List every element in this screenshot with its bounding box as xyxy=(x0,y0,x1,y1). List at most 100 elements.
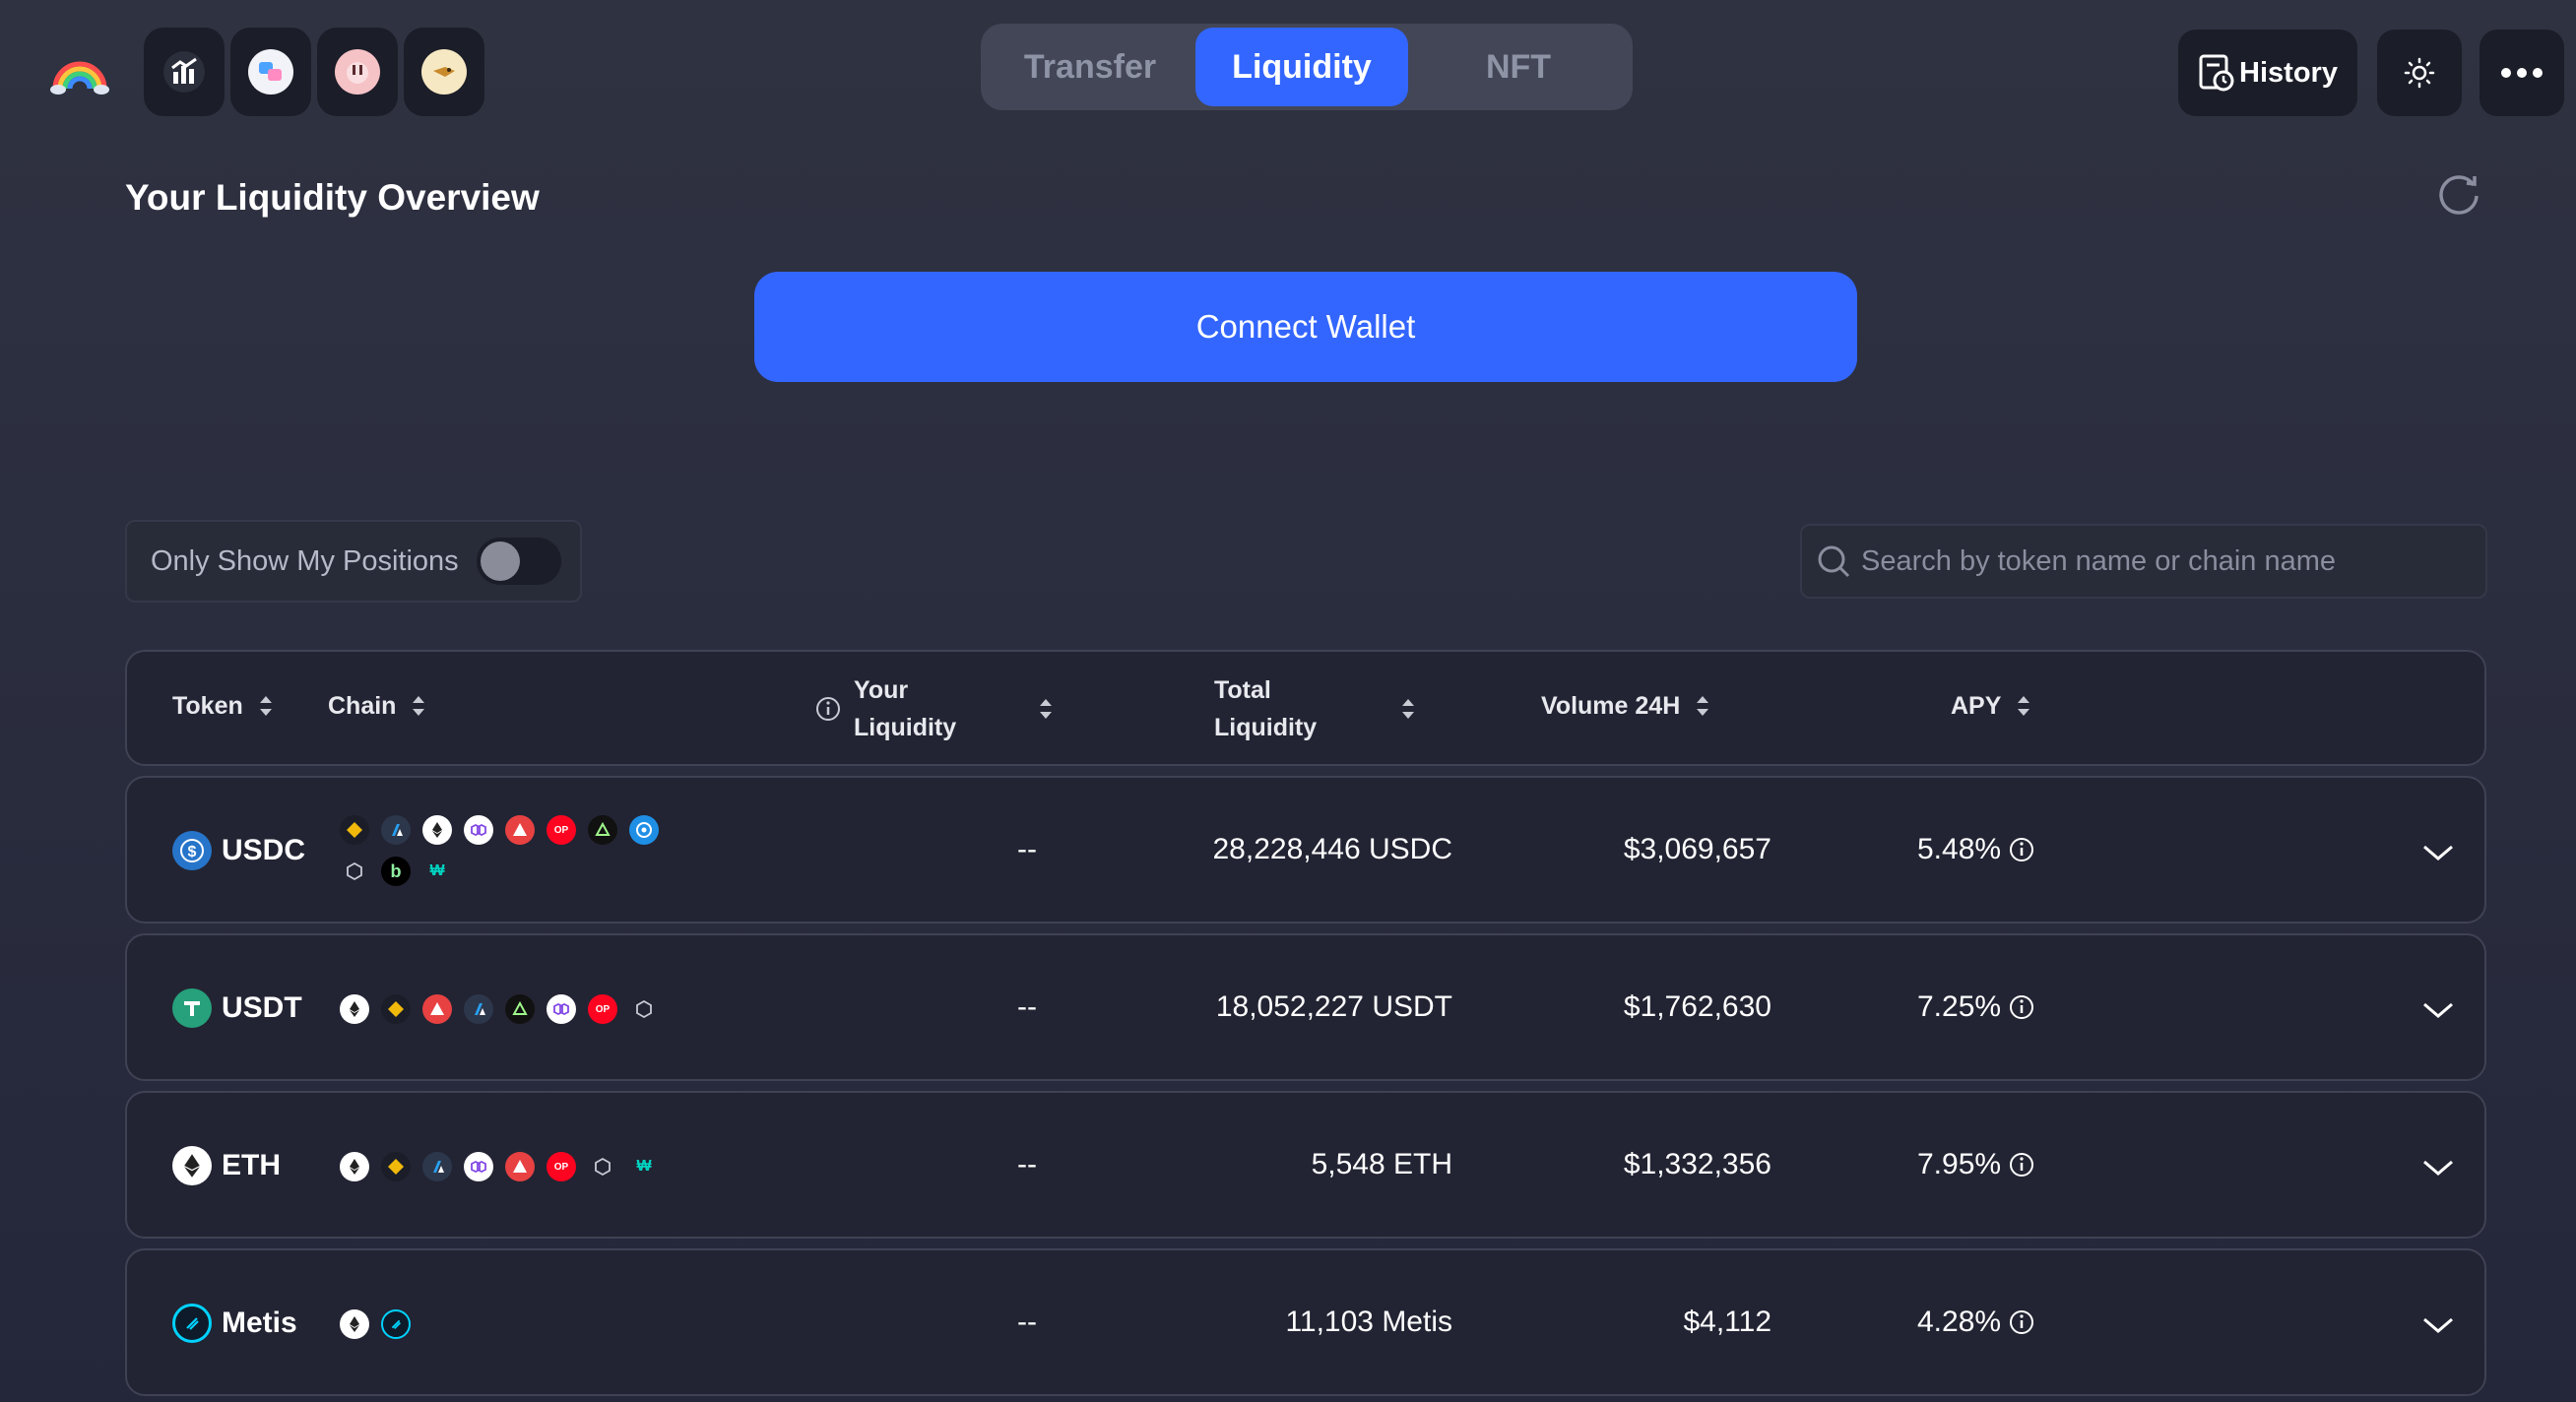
table-row[interactable]: Metis -- 11,103 Metis $4,112 4.28% xyxy=(125,1248,2486,1396)
info-icon[interactable] xyxy=(814,695,842,723)
cube-chain-icon xyxy=(629,994,659,1024)
tab-transfer[interactable]: Transfer xyxy=(985,28,1195,106)
volume-24h: $4,112 xyxy=(1683,1306,1771,1338)
page-title: Your Liquidity Overview xyxy=(125,177,540,218)
more-icon xyxy=(2501,68,2543,78)
column-your-liquidity[interactable]: Your Liquidity xyxy=(854,671,956,746)
theme-toggle-button[interactable] xyxy=(2377,30,2462,116)
sun-icon xyxy=(2404,57,2435,89)
chart-icon xyxy=(163,51,205,93)
volume-24h: $3,069,657 xyxy=(1623,833,1771,865)
tab-liquidity[interactable]: Liquidity xyxy=(1195,28,1408,106)
pig-app-icon xyxy=(335,49,380,95)
column-token[interactable]: Token xyxy=(172,691,275,721)
token-cell: Metis xyxy=(172,1304,297,1343)
sphere-chain-icon xyxy=(629,815,659,845)
ethereum-icon xyxy=(340,994,369,1024)
token-cell: $ USDC xyxy=(172,831,305,870)
sort-icon xyxy=(413,696,425,716)
column-apy[interactable]: APY xyxy=(1951,691,2032,721)
pig-app-button[interactable] xyxy=(317,28,398,116)
more-menu-button[interactable] xyxy=(2479,30,2564,116)
cube-chain-icon xyxy=(588,1152,617,1181)
arbitrum-icon xyxy=(381,815,411,845)
harmony-icon: ₩ xyxy=(429,862,445,879)
only-my-positions-label: Only Show My Positions xyxy=(151,544,459,577)
toggle-knob xyxy=(480,542,520,581)
optimism-icon: OP xyxy=(547,815,576,845)
usdt-icon xyxy=(172,988,212,1028)
column-chain[interactable]: Chain xyxy=(328,691,427,721)
apy-value: 7.95% xyxy=(1917,1148,2002,1180)
metis-icon xyxy=(172,1304,212,1343)
your-liquidity: -- xyxy=(1017,990,1037,1023)
info-icon[interactable] xyxy=(2009,1309,2034,1335)
optimism-icon: OP xyxy=(547,1152,576,1181)
search-input[interactable] xyxy=(1861,544,2472,578)
main-tabs: Transfer Liquidity NFT xyxy=(981,24,1633,110)
only-my-positions-toggle[interactable] xyxy=(476,538,561,585)
avalanche-icon xyxy=(505,1152,535,1181)
apy-value: 5.48% xyxy=(1917,833,2002,865)
column-total-liquidity[interactable]: Total Liquidity xyxy=(1214,671,1317,746)
usdc-icon: $ xyxy=(172,831,212,870)
info-icon[interactable] xyxy=(2009,837,2034,862)
info-icon[interactable] xyxy=(2009,1152,2034,1178)
swap-app-button[interactable] xyxy=(230,28,311,116)
sort-icon[interactable] xyxy=(1399,694,1417,724)
swap-app-icon xyxy=(248,49,293,95)
column-apy-label: APY xyxy=(1951,691,2002,720)
column-your-liquidity-line2: Liquidity xyxy=(854,714,957,741)
history-label: History xyxy=(2239,56,2338,89)
polygon-icon xyxy=(464,1152,493,1181)
token-name: ETH xyxy=(222,1149,281,1181)
chevron-down-icon[interactable] xyxy=(2421,1000,2455,1020)
column-your-liquidity-line1: Your xyxy=(854,676,909,704)
chevron-down-icon[interactable] xyxy=(2421,843,2455,862)
bird-app-button[interactable] xyxy=(404,28,484,116)
ethereum-icon xyxy=(340,1152,369,1181)
metis-chain-icon xyxy=(381,1309,411,1339)
token-name: Metis xyxy=(222,1306,297,1339)
total-liquidity: 11,103 Metis xyxy=(1285,1306,1452,1338)
table-row[interactable]: $ USDC OP b ₩ -- 28,228,446 USDC $3,069,… xyxy=(125,776,2486,924)
sort-icon xyxy=(1697,696,1709,716)
total-liquidity: 18,052,227 USDT xyxy=(1215,990,1452,1023)
ethereum-icon xyxy=(340,1309,369,1339)
refresh-icon[interactable] xyxy=(2434,171,2483,221)
table-row[interactable]: ETH OP ₩ -- 5,548 ETH $1,332,356 7.95% xyxy=(125,1091,2486,1239)
tab-nft[interactable]: NFT xyxy=(1408,28,1629,106)
sort-icon[interactable] xyxy=(1037,694,1055,724)
column-volume[interactable]: Volume 24H xyxy=(1541,691,1711,721)
harmony-icon: ₩ xyxy=(636,1158,652,1175)
sort-icon xyxy=(259,696,272,716)
token-cell: USDT xyxy=(172,988,302,1028)
apy-cell: 5.48% xyxy=(1917,833,2034,866)
apy-cell: 7.25% xyxy=(1917,990,2034,1024)
chevron-down-icon[interactable] xyxy=(2421,1158,2455,1178)
polygon-icon xyxy=(547,994,576,1024)
info-icon[interactable] xyxy=(2009,994,2034,1020)
history-icon xyxy=(2199,54,2234,92)
column-total-liquidity-line2: Liquidity xyxy=(1214,714,1318,741)
search-box xyxy=(1800,524,2487,599)
connect-wallet-button[interactable]: Connect Wallet xyxy=(754,272,1857,382)
history-button[interactable]: History xyxy=(2178,30,2357,116)
arbitrum-icon xyxy=(422,1152,452,1181)
total-liquidity: 5,548 ETH xyxy=(1311,1148,1452,1180)
bird-app-icon xyxy=(421,49,467,95)
apy-value: 4.28% xyxy=(1917,1306,2002,1338)
token-name: USDT xyxy=(222,991,302,1024)
cube-chain-icon xyxy=(340,857,369,886)
table-row[interactable]: USDT OP -- 18,052,227 USDT $1,762,630 7.… xyxy=(125,933,2486,1081)
eth-icon xyxy=(172,1146,212,1185)
ethereum-icon xyxy=(422,815,452,845)
column-chain-label: Chain xyxy=(328,691,397,720)
rainbow-logo-icon[interactable] xyxy=(49,51,110,96)
avalanche-icon xyxy=(422,994,452,1024)
analytics-app-button[interactable] xyxy=(144,28,225,116)
column-token-label: Token xyxy=(172,691,243,720)
token-cell: ETH xyxy=(172,1146,281,1185)
chevron-down-icon[interactable] xyxy=(2421,1315,2455,1335)
token-name: USDC xyxy=(222,834,306,866)
